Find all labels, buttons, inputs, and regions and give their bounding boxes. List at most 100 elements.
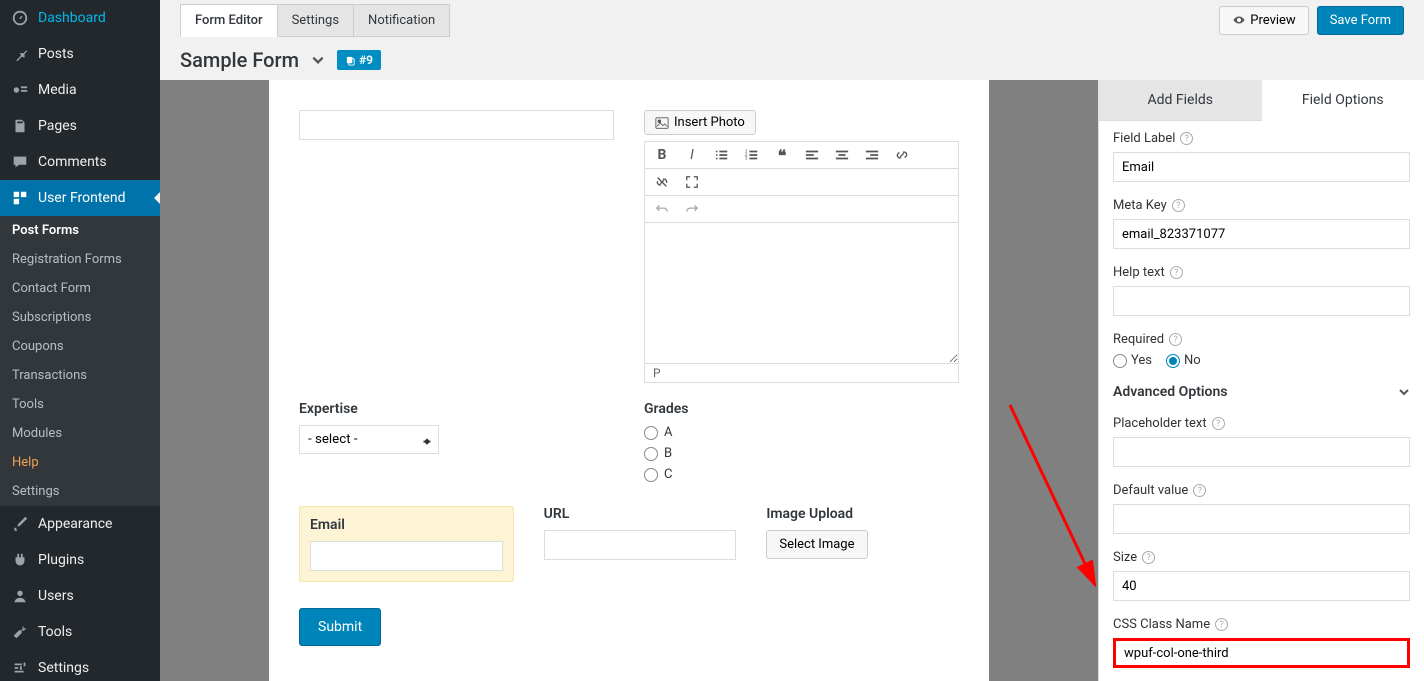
sub-item-coupons[interactable]: Coupons — [0, 332, 160, 361]
image-upload-label: Image Upload — [766, 506, 959, 522]
image-upload-field[interactable]: Image Upload Select Image — [766, 506, 959, 582]
help-icon[interactable]: ? — [1170, 266, 1183, 279]
text-input[interactable] — [299, 110, 614, 140]
radio-b[interactable] — [644, 447, 658, 461]
size-input[interactable] — [1113, 571, 1410, 601]
sidebar-item-plugins[interactable]: Plugins — [0, 542, 160, 578]
sub-item-tools[interactable]: Tools — [0, 390, 160, 419]
sidebar-item-tools[interactable]: Tools — [0, 614, 160, 650]
field-row-thirds: Email URL Image Upload Select Image — [299, 506, 959, 582]
save-form-button[interactable]: Save Form — [1317, 6, 1404, 35]
sub-item-registration-forms[interactable]: Registration Forms — [0, 245, 160, 274]
sidebar-item-user-frontend[interactable]: User Frontend — [0, 180, 160, 216]
chevron-down-icon[interactable] — [311, 53, 325, 67]
required-yes-option[interactable]: Yes — [1113, 353, 1152, 368]
opt-size: Size? — [1113, 550, 1410, 601]
sidebar-item-settings[interactable]: Settings — [0, 650, 160, 681]
quote-icon[interactable]: ❝ — [773, 146, 791, 164]
panel-tab-add-fields[interactable]: Add Fields — [1099, 80, 1262, 121]
grade-option-b[interactable]: B — [644, 446, 959, 461]
placeholder-input[interactable] — [1113, 437, 1410, 467]
svg-text:3: 3 — [745, 156, 748, 161]
sidebar-label: User Frontend — [38, 190, 125, 206]
sidebar-item-media[interactable]: Media — [0, 72, 160, 108]
sidebar-label: Plugins — [38, 552, 84, 568]
url-field[interactable]: URL — [544, 506, 737, 582]
ol-icon[interactable]: 123 — [743, 146, 761, 164]
form-canvas-wrap: Insert Photo B I 123 ❝ — [160, 80, 1098, 681]
help-icon[interactable]: ? — [1215, 618, 1228, 631]
help-icon[interactable]: ? — [1193, 484, 1206, 497]
unlink-icon[interactable] — [653, 173, 671, 191]
right-panel: Add Fields Field Options Field Label? Me… — [1098, 80, 1424, 681]
form-id-badge[interactable]: #9 — [337, 50, 381, 70]
form-title[interactable]: Sample Form — [180, 48, 299, 72]
tab-form-editor[interactable]: Form Editor — [180, 4, 278, 37]
insert-photo-button[interactable]: Insert Photo — [644, 110, 756, 135]
rte-toolbar-3 — [645, 196, 958, 223]
help-text-input[interactable] — [1113, 286, 1410, 316]
sub-item-transactions[interactable]: Transactions — [0, 361, 160, 390]
preview-button[interactable]: Preview — [1219, 6, 1308, 35]
sidebar-item-dashboard[interactable]: Dashboard — [0, 0, 160, 36]
default-value-label: Default value? — [1113, 483, 1410, 498]
italic-icon[interactable]: I — [683, 146, 701, 164]
rte-body[interactable] — [645, 223, 958, 363]
help-icon[interactable]: ? — [1172, 199, 1185, 212]
sub-item-contact-form[interactable]: Contact Form — [0, 274, 160, 303]
required-no-option[interactable]: No — [1166, 353, 1201, 368]
field-label-input[interactable] — [1113, 152, 1410, 182]
radio-a[interactable] — [644, 426, 658, 440]
sub-item-modules[interactable]: Modules — [0, 419, 160, 448]
redo-icon[interactable] — [683, 200, 701, 218]
meta-key-input[interactable] — [1113, 219, 1410, 249]
help-icon[interactable]: ? — [1169, 333, 1182, 346]
align-right-icon[interactable] — [863, 146, 881, 164]
sub-item-help[interactable]: Help — [0, 448, 160, 477]
grade-option-c[interactable]: C — [644, 467, 959, 482]
sidebar-item-users[interactable]: Users — [0, 578, 160, 614]
sub-item-subscriptions[interactable]: Subscriptions — [0, 303, 160, 332]
help-icon[interactable]: ? — [1180, 132, 1193, 145]
align-center-icon[interactable] — [833, 146, 851, 164]
url-input[interactable] — [544, 530, 737, 560]
submit-button[interactable]: Submit — [299, 608, 381, 646]
grade-option-a[interactable]: A — [644, 425, 959, 440]
sidebar-item-comments[interactable]: Comments — [0, 144, 160, 180]
bold-icon[interactable]: B — [653, 146, 671, 164]
tab-settings[interactable]: Settings — [278, 4, 354, 37]
sidebar-item-posts[interactable]: Posts — [0, 36, 160, 72]
select-image-button[interactable]: Select Image — [766, 530, 867, 559]
fullscreen-icon[interactable] — [683, 173, 701, 191]
tab-notification[interactable]: Notification — [354, 4, 450, 37]
meta-key-label: Meta Key? — [1113, 198, 1410, 213]
email-field-selected[interactable]: Email — [299, 506, 514, 582]
sidebar-submenu: Post Forms Registration Forms Contact Fo… — [0, 216, 160, 506]
users-icon — [10, 586, 30, 606]
required-yes-radio[interactable] — [1113, 354, 1127, 368]
advanced-options-toggle[interactable]: Advanced Options — [1113, 384, 1410, 400]
sub-item-settings[interactable]: Settings — [0, 477, 160, 506]
radio-c[interactable] — [644, 468, 658, 482]
link-icon[interactable] — [893, 146, 911, 164]
default-value-input[interactable] — [1113, 504, 1410, 534]
ul-icon[interactable] — [713, 146, 731, 164]
css-class-input[interactable] — [1113, 638, 1410, 668]
email-input[interactable] — [310, 541, 503, 571]
sidebar-item-appearance[interactable]: Appearance — [0, 506, 160, 542]
expertise-select[interactable] — [299, 425, 439, 454]
sub-item-post-forms[interactable]: Post Forms — [0, 216, 160, 245]
sidebar-item-pages[interactable]: Pages — [0, 108, 160, 144]
opt-required: Required? Yes No — [1113, 332, 1410, 368]
help-icon[interactable]: ? — [1142, 551, 1155, 564]
content-area: Form Editor Settings Notification Previe… — [160, 0, 1424, 681]
undo-icon[interactable] — [653, 200, 671, 218]
help-icon[interactable]: ? — [1212, 417, 1225, 430]
opt-meta-key: Meta Key? — [1113, 198, 1410, 249]
expertise-select-wrap — [299, 425, 439, 454]
field-row: Insert Photo B I 123 ❝ — [299, 110, 959, 383]
grades-label: Grades — [644, 401, 959, 417]
panel-tab-field-options[interactable]: Field Options — [1262, 80, 1424, 121]
align-left-icon[interactable] — [803, 146, 821, 164]
required-no-radio[interactable] — [1166, 354, 1180, 368]
